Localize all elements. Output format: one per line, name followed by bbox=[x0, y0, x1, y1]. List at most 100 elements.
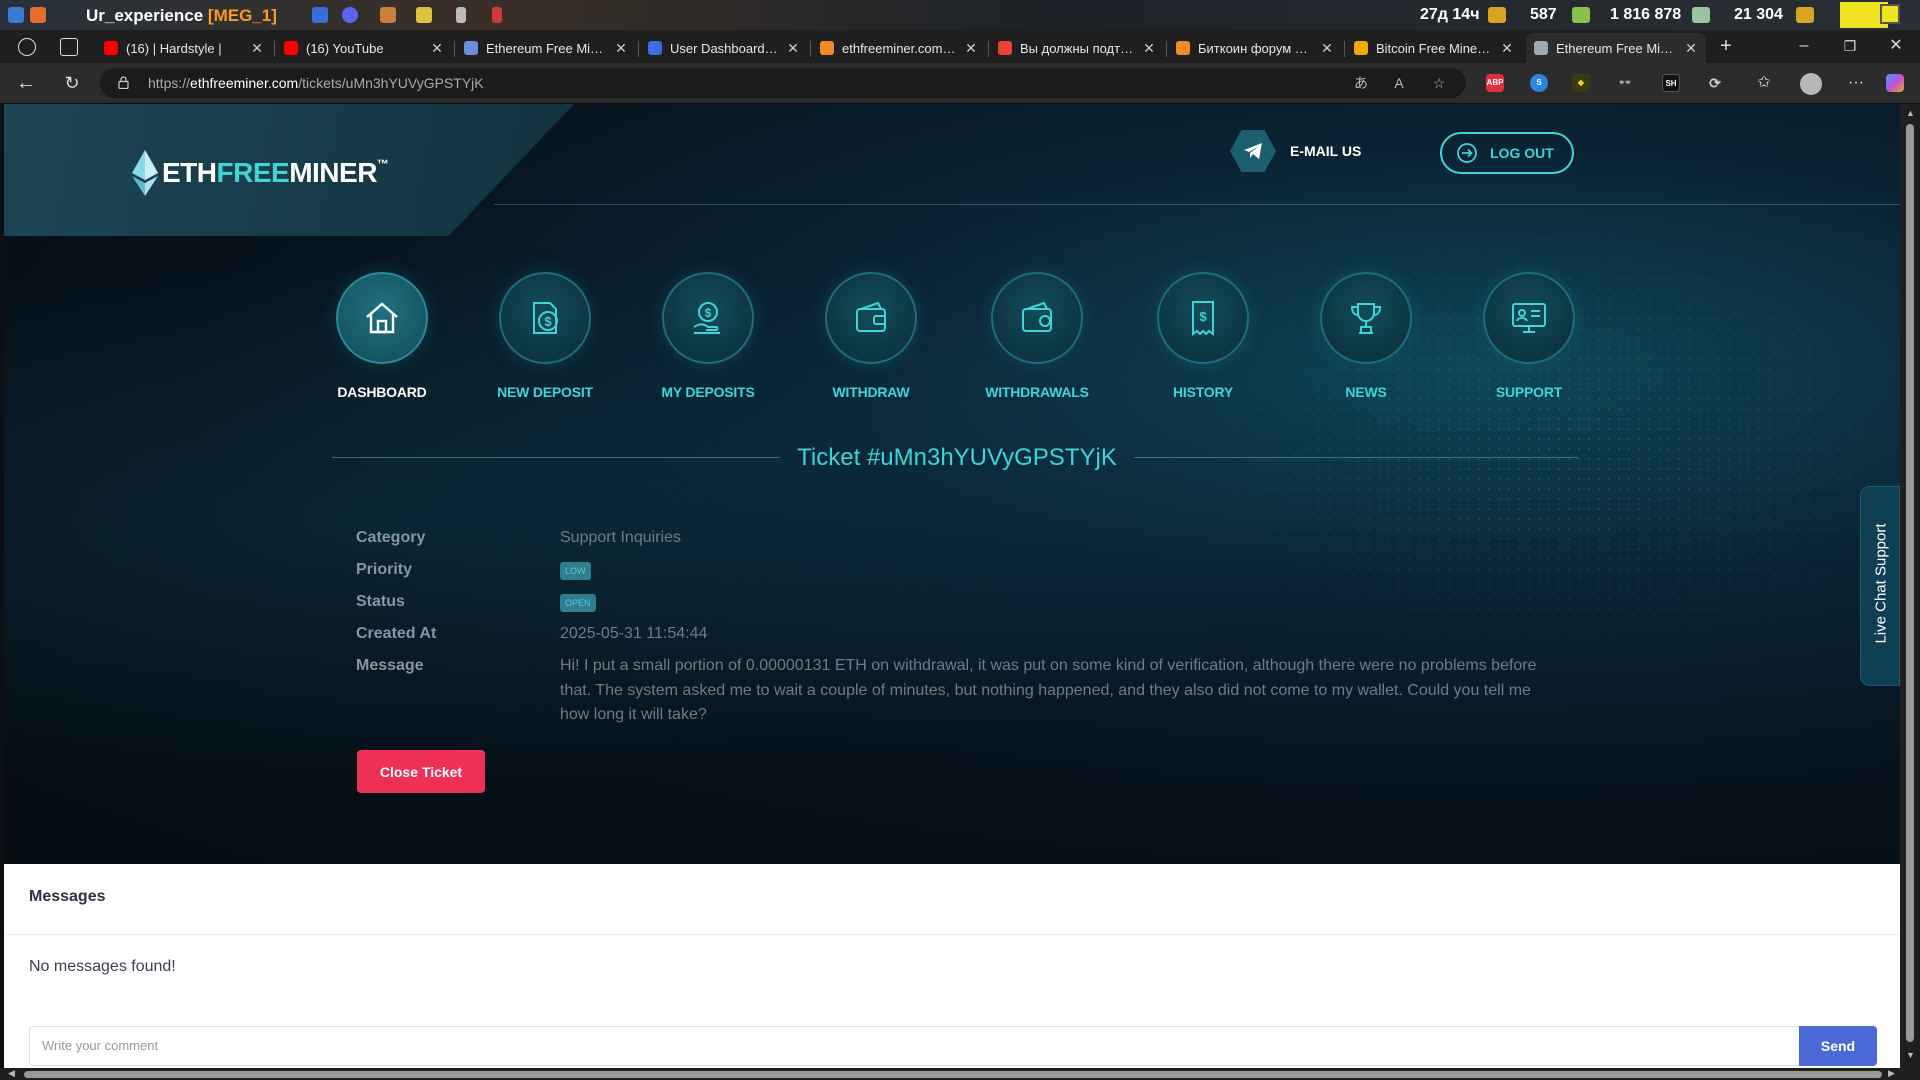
category-label: Category bbox=[356, 529, 426, 546]
restore-button[interactable]: ❐ bbox=[1838, 34, 1862, 58]
reload-icon[interactable]: ↻ bbox=[60, 71, 84, 95]
tab-title: Вы должны подтверд bbox=[1020, 40, 1134, 56]
priority-label: Priority bbox=[356, 561, 413, 578]
nav-dashboard[interactable]: DASHBOARD bbox=[312, 272, 452, 400]
extension-icon[interactable]: SH bbox=[1662, 74, 1680, 92]
monitor-chat-icon bbox=[1483, 272, 1575, 364]
lock-icon[interactable] bbox=[118, 76, 129, 89]
nav-new-deposit[interactable]: $ NEW DEPOSIT bbox=[475, 272, 615, 400]
browser-tab[interactable]: User Dashboard | Fauc ✕ bbox=[640, 33, 808, 63]
horizontal-scrollbar[interactable]: ◀ ▶ bbox=[0, 1068, 1920, 1080]
adblock-icon[interactable]: ABP bbox=[1486, 74, 1504, 92]
app-icon[interactable] bbox=[30, 7, 46, 23]
volume-icon[interactable] bbox=[456, 7, 466, 23]
nav-label: MY DEPOSITS bbox=[661, 384, 755, 400]
tab-close-icon[interactable]: ✕ bbox=[1142, 40, 1156, 57]
minimize-button[interactable]: – bbox=[1792, 34, 1816, 58]
windows-icon[interactable] bbox=[8, 7, 24, 23]
notification-icon[interactable] bbox=[1880, 4, 1900, 24]
new-tab-button[interactable]: + bbox=[1714, 34, 1738, 58]
site-logo[interactable]: ETHFREEMINER™ bbox=[132, 148, 389, 198]
horizontal-scroll-thumb[interactable] bbox=[24, 1071, 1882, 1078]
folder-icon[interactable] bbox=[416, 7, 432, 23]
browser-tab[interactable]: Вы должны подтверд ✕ bbox=[990, 33, 1164, 63]
url-prefix: https:// bbox=[148, 75, 191, 91]
scroll-down-icon[interactable]: ▼ bbox=[1906, 1050, 1915, 1060]
app-icon[interactable] bbox=[380, 7, 396, 23]
created-at-label: Created At bbox=[356, 625, 437, 642]
receipt-icon: $ bbox=[1157, 272, 1249, 364]
tab-close-icon[interactable]: ✕ bbox=[250, 40, 264, 57]
browser-tab[interactable]: ethfreeminer.com-Ho ✕ bbox=[812, 33, 986, 63]
tab-separator bbox=[988, 41, 989, 57]
extension-icon[interactable]: ◆ bbox=[1572, 74, 1590, 92]
vertical-scroll-thumb[interactable] bbox=[1906, 124, 1914, 1042]
scroll-up-icon[interactable]: ▲ bbox=[1906, 108, 1915, 118]
scroll-left-icon[interactable]: ◀ bbox=[8, 1068, 15, 1079]
tab-favicon-icon bbox=[648, 41, 662, 55]
browser-tab[interactable]: Ethereum Free Miner ✕ bbox=[456, 33, 636, 63]
nav-news[interactable]: NEWS bbox=[1296, 272, 1436, 400]
tab-close-icon[interactable]: ✕ bbox=[1500, 40, 1514, 57]
back-arrow-icon[interactable]: ← bbox=[14, 71, 38, 95]
more-menu-icon[interactable]: ··· bbox=[1844, 71, 1868, 95]
favorites-icon[interactable]: ✩ bbox=[1752, 71, 1776, 95]
profile-avatar[interactable] bbox=[1800, 73, 1822, 95]
read-aloud-icon[interactable]: A bbox=[1390, 75, 1408, 91]
nav-history[interactable]: $ HISTORY bbox=[1133, 272, 1273, 400]
extensions-puzzle-icon[interactable]: ⟳ bbox=[1706, 74, 1724, 92]
wallet-icon bbox=[825, 272, 917, 364]
tab-close-icon[interactable]: ✕ bbox=[1684, 40, 1698, 57]
tab-separator bbox=[638, 41, 639, 57]
nav-withdraw[interactable]: WITHDRAW bbox=[801, 272, 941, 400]
stat-value: 21 304 bbox=[1734, 6, 1783, 23]
tab-title: User Dashboard | Fauc bbox=[670, 40, 778, 56]
web-page: ETHFREEMINER™ E-MAIL US LOG OUT DASHBOAR… bbox=[4, 104, 1900, 1068]
tab-close-icon[interactable]: ✕ bbox=[1320, 40, 1334, 57]
nav-my-deposits[interactable]: $ MY DEPOSITS bbox=[638, 272, 778, 400]
vertical-scrollbar[interactable]: ▲ ▼ bbox=[1900, 104, 1920, 1068]
translate-icon[interactable]: あ bbox=[1352, 75, 1370, 91]
browser-tab[interactable]: Bitcoin Free Miner - A ✕ bbox=[1346, 33, 1522, 63]
tab-close-icon[interactable]: ✕ bbox=[786, 40, 800, 57]
tab-title: (16) | Hardstyle | bbox=[126, 40, 222, 56]
tab-favicon-icon bbox=[1176, 41, 1190, 55]
os-taskbar: Ur_experience [MEG_1] 27д 14ч 587 1 816 … bbox=[0, 0, 1920, 30]
close-window-button[interactable]: ✕ bbox=[1884, 34, 1908, 58]
discord-icon[interactable] bbox=[342, 7, 358, 23]
send-button[interactable]: Send bbox=[1799, 1026, 1877, 1066]
app-icon[interactable] bbox=[312, 7, 328, 23]
favorite-star-icon[interactable]: ☆ bbox=[1430, 75, 1448, 91]
close-ticket-button[interactable]: Close Ticket bbox=[357, 750, 485, 793]
nav-label: NEWS bbox=[1345, 384, 1387, 400]
tab-title: Биткоин форум - Бит bbox=[1198, 40, 1312, 56]
browser-tab[interactable]: (16) | Hardstyle | ✕ bbox=[96, 33, 272, 63]
stat-value: 587 bbox=[1530, 6, 1557, 23]
tab-close-icon[interactable]: ✕ bbox=[964, 40, 978, 57]
extension-icon[interactable]: S bbox=[1530, 74, 1548, 92]
tab-close-icon[interactable]: ✕ bbox=[430, 40, 444, 57]
copilot-icon[interactable] bbox=[1886, 74, 1904, 92]
nav-support[interactable]: SUPPORT bbox=[1459, 272, 1599, 400]
tab-favicon-icon bbox=[284, 41, 298, 55]
logout-button[interactable]: LOG OUT bbox=[1440, 132, 1574, 174]
email-us-button[interactable]: E-MAIL US bbox=[1230, 130, 1361, 172]
comment-input[interactable]: Write your comment bbox=[29, 1026, 1801, 1066]
tab-close-icon[interactable]: ✕ bbox=[614, 40, 628, 57]
tab-actions-icon[interactable] bbox=[60, 38, 78, 56]
tab-separator bbox=[274, 41, 275, 57]
nav-withdrawals[interactable]: WITHDRAWALS bbox=[967, 272, 1107, 400]
browser-tab[interactable]: (16) YouTube ✕ bbox=[276, 33, 452, 63]
tab-title: (16) YouTube bbox=[306, 40, 384, 56]
extension-icon[interactable]: 👓 bbox=[1616, 74, 1634, 92]
live-chat-support-button[interactable]: Live Chat Support bbox=[1860, 486, 1900, 686]
browser-tab[interactable]: Биткоин форум - Бит ✕ bbox=[1168, 33, 1342, 63]
tab-separator bbox=[1344, 41, 1345, 57]
app-icon[interactable] bbox=[492, 7, 502, 23]
scroll-right-icon[interactable]: ▶ bbox=[1888, 1068, 1895, 1079]
messages-divider bbox=[4, 934, 1900, 935]
address-bar[interactable]: https://ethfreeminer.com/tickets/uMn3hYU… bbox=[100, 68, 1466, 98]
browser-tab[interactable]: Ethereum Free Miner ✕ bbox=[1526, 33, 1706, 63]
home-icon bbox=[336, 272, 428, 364]
workspaces-icon[interactable] bbox=[18, 38, 36, 56]
